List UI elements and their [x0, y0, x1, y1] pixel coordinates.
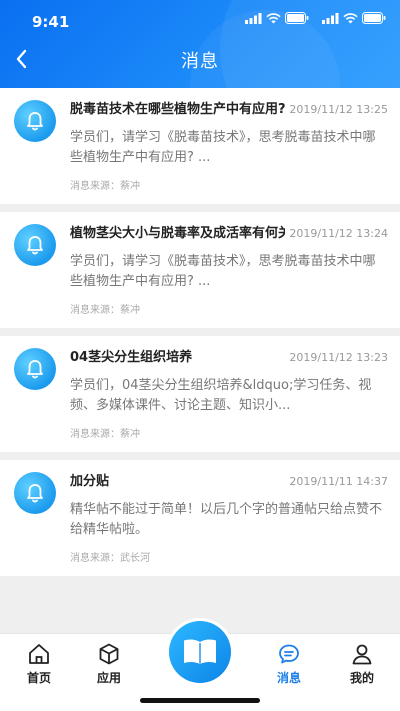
tab-home-label: 首页: [26, 671, 51, 685]
message-body: 学员们，04茎尖分生组织培养&ldquo;学习任务、视频、多媒体课件、讨论主题、…: [70, 378, 372, 413]
tab-apps-label: 应用: [96, 671, 121, 685]
message-source: 消息来源：武长河: [70, 553, 150, 564]
message-body: 精华帖不能过于简单！以后几个字的普通帖只给点赞不给精华帖啦。: [70, 502, 383, 537]
message-title: 脱毒苗技术在哪些植物生产中有应用?: [70, 102, 286, 117]
message-source: 消息来源：蔡冲: [70, 305, 140, 316]
message-item[interactable]: 04茎尖分生组织培养 2019/11/12 13:23 学员们，04茎尖分生组织…: [0, 336, 400, 452]
status-bar: 9:41: [0, 0, 400, 40]
battery-icon: [285, 12, 309, 24]
message-item[interactable]: 脱毒苗技术在哪些植物生产中有应用? 2019/11/12 13:25 学员们，请…: [0, 88, 400, 204]
tab-home[interactable]: 首页: [9, 642, 69, 686]
user-icon: [352, 644, 372, 665]
center-book-button[interactable]: [166, 618, 234, 686]
message-time: 2019/11/11 14:37: [289, 475, 388, 488]
message-source: 消息来源：蔡冲: [70, 181, 140, 192]
message-title: 植物茎尖大小与脱毒率及成活率有何关系?: [70, 226, 286, 241]
page-title: 消息: [181, 51, 219, 72]
message-list: 脱毒苗技术在哪些植物生产中有应用? 2019/11/12 13:25 学员们，请…: [0, 88, 400, 584]
bell-icon: [14, 348, 56, 390]
message-title: 04茎尖分生组织培养: [70, 350, 193, 365]
signal-icon: [245, 12, 262, 24]
home-icon: [29, 644, 49, 664]
bell-icon: [14, 224, 56, 266]
wifi-icon: [343, 12, 358, 23]
header: 9:41 消息: [0, 0, 400, 88]
message-time: 2019/11/12 13:24: [289, 227, 388, 240]
message-time: 2019/11/12 13:25: [289, 103, 388, 116]
open-book-icon: [184, 639, 216, 664]
chat-bubble-icon: [279, 644, 299, 664]
status-icons: [237, 12, 386, 24]
message-time: 2019/11/12 13:23: [289, 351, 388, 364]
message-title: 加分贴: [70, 474, 110, 489]
bell-icon: [14, 100, 56, 142]
message-item[interactable]: 加分贴 2019/11/11 14:37 精华帖不能过于简单！以后几个字的普通帖…: [0, 460, 400, 576]
battery-icon: [362, 12, 386, 24]
home-indicator: [140, 698, 260, 703]
signal-icon: [322, 12, 339, 24]
tab-messages-label: 消息: [276, 671, 301, 685]
tab-me-label: 我的: [349, 671, 374, 685]
tab-me[interactable]: 我的: [332, 642, 392, 686]
message-body: 学员们，请学习《脱毒苗技术》，思考脱毒苗技术中哪些植物生产中有应用? ...: [70, 254, 376, 289]
tab-apps[interactable]: 应用: [79, 642, 139, 686]
message-body: 学员们，请学习《脱毒苗技术》，思考脱毒苗技术中哪些植物生产中有应用? ...: [70, 130, 376, 165]
bell-icon: [14, 472, 56, 514]
status-time: 9:41: [32, 13, 70, 31]
cube-icon: [99, 643, 119, 665]
wifi-icon: [266, 12, 281, 23]
message-item[interactable]: 植物茎尖大小与脱毒率及成活率有何关系? 2019/11/12 13:24 学员们…: [0, 212, 400, 328]
tab-messages[interactable]: 消息: [259, 642, 319, 686]
message-source: 消息来源：蔡冲: [70, 429, 140, 440]
